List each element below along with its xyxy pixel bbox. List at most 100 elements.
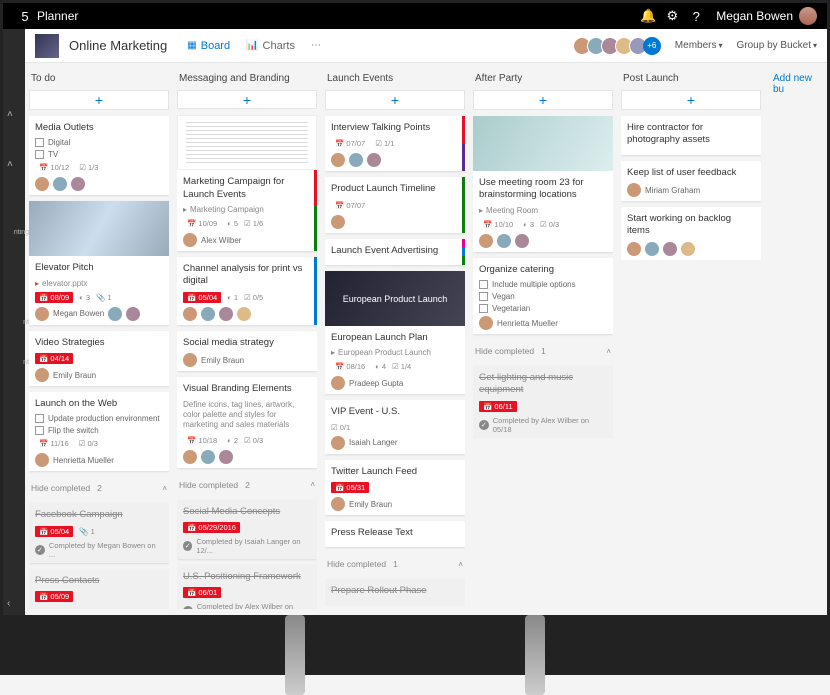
avatar (349, 153, 363, 167)
due-date-badge: 📅 05/29/2016 (183, 522, 240, 533)
progress-meta: ◐ 5 (227, 219, 238, 228)
bucket-header[interactable]: After Party (473, 69, 613, 90)
waffle-icon[interactable]: 5 (13, 9, 37, 24)
checklist-item[interactable]: Update production environment (35, 414, 163, 423)
task-card[interactable]: U.S. Positioning Framework📅 06/01✓Comple… (177, 565, 317, 609)
checklist-item[interactable]: Digital (35, 138, 163, 147)
chevron-left-icon[interactable]: ‹ (7, 598, 10, 609)
task-card[interactable]: Get lighting and music equipment📅 06/11✓… (473, 366, 613, 438)
assignee-name: Miriam Graham (645, 186, 700, 195)
task-card[interactable]: Product Launch Timeline📅 07/07 (325, 177, 465, 232)
due-date-badge: 📅 05/04 (35, 526, 73, 537)
progress-meta: ◐ 3 (523, 220, 534, 229)
nav-peek[interactable]: nting (3, 229, 31, 245)
assignee-row: Henrietta Mueller (35, 453, 163, 467)
card-image (177, 115, 317, 170)
task-card[interactable]: VIP Event - U.S.☑ 0/1Isaiah Langer (325, 400, 465, 453)
bell-icon[interactable]: 🔔 (636, 8, 660, 24)
facepile-overflow[interactable]: +6 (643, 37, 661, 55)
completed-by-label: ✓Completed by Megan Bowen on ... (35, 541, 163, 559)
gear-icon[interactable]: ⚙ (660, 8, 684, 24)
checklist-meta: ☑ 1/6 (244, 219, 263, 228)
task-card[interactable]: Social media strategyEmily Braun (177, 331, 317, 371)
members-dropdown[interactable]: Members▾ (675, 40, 723, 51)
avatar (331, 497, 345, 511)
task-card[interactable]: Launch on the WebUpdate production envir… (29, 392, 169, 471)
more-menu[interactable]: ⋯ (311, 40, 321, 51)
add-task-button[interactable]: + (473, 90, 613, 110)
avatar (71, 177, 85, 191)
bucket-header[interactable]: Post Launch (621, 69, 761, 90)
assignee-name: Isaiah Langer (349, 438, 397, 447)
checklist-meta: ☑ 0/3 (79, 439, 98, 448)
task-card[interactable]: Twitter Launch Feed📅 05/31Emily Braun (325, 460, 465, 515)
task-card[interactable]: European Product LaunchEuropean Launch P… (325, 271, 465, 394)
assignee-row (479, 234, 607, 248)
bucket-header[interactable]: To do (29, 69, 169, 90)
card-title: U.S. Positioning Framework (183, 571, 311, 583)
card-title: Elevator Pitch (35, 262, 163, 274)
add-task-button[interactable]: + (177, 90, 317, 109)
add-task-button[interactable]: + (29, 90, 169, 110)
task-card[interactable]: Interview Talking Points📅 07/07☑ 1/1 (325, 116, 465, 171)
task-card[interactable]: Use meeting room 23 for brainstorming lo… (473, 116, 613, 252)
chevron-up-icon[interactable]: ˄ (7, 109, 13, 120)
avatar (108, 307, 122, 321)
task-card[interactable]: Facebook Campaign📅 05/04📎 1✓Completed by… (29, 503, 169, 562)
user-menu[interactable]: Megan Bowen (716, 7, 817, 25)
hide-completed-toggle[interactable]: Hide completed 1˄ (473, 340, 613, 360)
checklist-item[interactable]: Flip the switch (35, 426, 163, 435)
task-card[interactable]: Video Strategies📅 04/14Emily Braun (29, 331, 169, 386)
hide-completed-toggle[interactable]: Hide completed 2˄ (29, 477, 169, 497)
task-card[interactable]: Marketing Campaign for Launch Events▸Mar… (177, 115, 317, 251)
assignee-name: Emily Braun (201, 356, 244, 365)
task-card[interactable]: Keep list of user feedbackMiriam Graham (621, 161, 761, 201)
chevron-up-icon[interactable]: ˄ (7, 159, 13, 170)
card-attachment: ▸elevator.pptx (35, 279, 163, 288)
card-title: Video Strategies (35, 337, 163, 349)
task-card[interactable]: Channel analysis for print vs digital📅 0… (177, 257, 317, 325)
tab-charts[interactable]: 📊Charts (246, 40, 295, 52)
task-card[interactable]: Elevator Pitch▸elevator.pptx📅 08/09◐ 3📎 … (29, 201, 169, 324)
checklist-item[interactable]: TV (35, 150, 163, 159)
add-task-button[interactable]: + (325, 90, 465, 110)
bucket-header[interactable]: Launch Events (325, 69, 465, 90)
checklist-item[interactable]: Include multiple options (479, 280, 607, 289)
checklist-item[interactable]: Vegan (479, 292, 607, 301)
groupby-dropdown[interactable]: Group by Bucket▾ (737, 40, 818, 51)
progress-meta: ◐ 1 (227, 293, 238, 302)
nav-peek[interactable]: nt (3, 319, 31, 335)
task-card[interactable]: Organize cateringInclude multiple option… (473, 258, 613, 334)
avatar (201, 307, 215, 321)
checklist-item[interactable]: Vegetarian (479, 304, 607, 313)
add-task-button[interactable]: + (621, 90, 761, 110)
task-card[interactable]: Media OutletsDigitalTV📅 10/12☑ 1/3 (29, 116, 169, 195)
assignee-row: Pradeep Gupta (331, 376, 459, 390)
avatar (219, 307, 233, 321)
help-icon[interactable]: ? (684, 9, 708, 24)
task-card[interactable]: Hire contractor for photography assets (621, 116, 761, 155)
task-card[interactable]: Press Contacts📅 05/09 (29, 569, 169, 609)
task-card[interactable]: Prepare Rollout Phase (325, 579, 465, 605)
bucket-header[interactable]: Messaging and Branding (177, 69, 317, 90)
avatar (35, 368, 49, 382)
avatar (515, 234, 529, 248)
tab-board[interactable]: ▦Board (187, 40, 230, 52)
checklist-meta: ☑ 0/5 (244, 293, 263, 302)
card-subtitle: ▸Meeting Room (479, 206, 607, 215)
card-title: Marketing Campaign for Launch Events (183, 176, 311, 201)
task-card[interactable]: Start working on backlog items (621, 207, 761, 260)
hide-completed-toggle[interactable]: Hide completed 1˄ (325, 553, 465, 573)
avatar (126, 307, 140, 321)
card-title: Media Outlets (35, 122, 163, 134)
task-card[interactable]: Visual Branding ElementsDefine icons, ta… (177, 377, 317, 468)
member-facepile[interactable]: +6 (577, 37, 661, 55)
avatar (331, 376, 345, 390)
task-card[interactable]: Launch Event Advertising (325, 239, 465, 265)
add-bucket-button[interactable]: Add new bu (769, 69, 823, 609)
task-card[interactable]: Press Release Text (325, 521, 465, 547)
hide-completed-toggle[interactable]: Hide completed 2˄ (177, 474, 317, 494)
task-card[interactable]: Social Media Concepts📅 05/29/2016✓Comple… (177, 500, 317, 559)
nav-peek[interactable]: nt (3, 359, 31, 375)
plan-icon (35, 34, 59, 58)
